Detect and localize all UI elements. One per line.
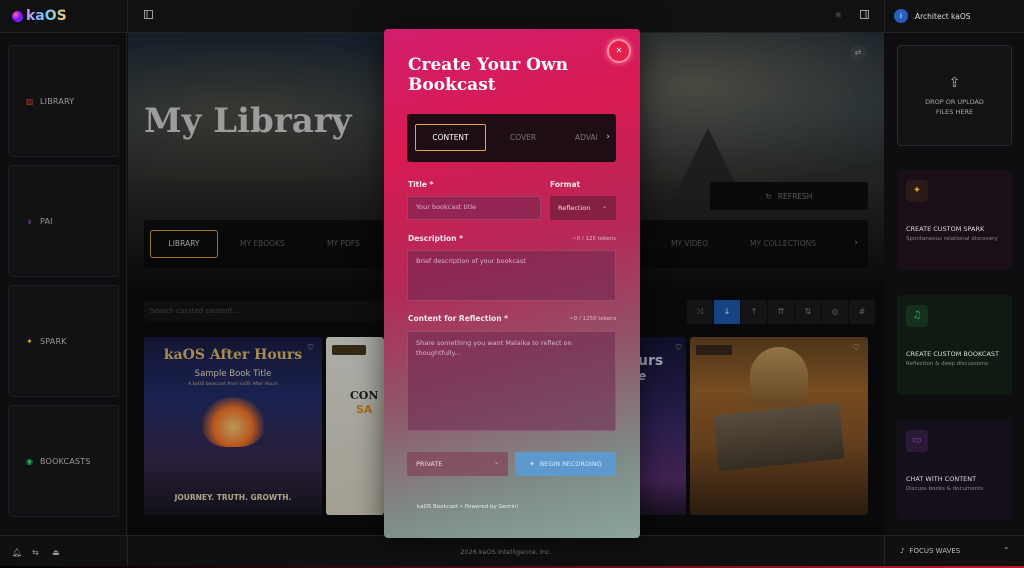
- divider: [884, 0, 885, 33]
- footer: 🔔︎ ⇆ ⏏ 2026 kaOS Intelligence, Inc. ♪ FO…: [0, 535, 1024, 568]
- create-bookcast-modal: Create Your Own Bookcast ✕ CONTENT COVER…: [384, 29, 640, 538]
- avatar: i: [894, 9, 908, 23]
- format-value: Reflection: [558, 204, 591, 212]
- spark-icon: ✦: [26, 336, 33, 346]
- sidebar-item-label: SPARK: [40, 336, 67, 346]
- tab-cover[interactable]: COVER: [510, 133, 536, 142]
- headphones-icon: ♫: [906, 305, 928, 327]
- copyright: 2026 kaOS Intelligence, Inc.: [460, 548, 552, 556]
- focus-waves-button[interactable]: ♪ FOCUS WAVES: [900, 547, 960, 555]
- card-subtitle: Discuss books & documents: [906, 486, 984, 492]
- eject-icon[interactable]: ⏏: [52, 548, 60, 557]
- card-title: CHAT WITH CONTENT: [906, 475, 977, 483]
- content-textarea[interactable]: Share something you want Malaika to refl…: [407, 331, 616, 431]
- tab-content[interactable]: CONTENT: [415, 124, 486, 151]
- chevron-right-icon[interactable]: ›: [606, 132, 610, 142]
- user-menu[interactable]: i Architect kaOS: [894, 9, 971, 23]
- divider: [127, 0, 128, 33]
- title-input[interactable]: Your bookcast title: [407, 196, 541, 220]
- sidebar-item-library[interactable]: ▥ LIBRARY: [8, 45, 119, 157]
- upload-icon: ⇪: [948, 74, 961, 91]
- description-textarea[interactable]: Brief description of your bookcast: [407, 250, 616, 301]
- chevron-down-icon: ⌄: [601, 203, 607, 210]
- modal-footer: kaOS Bookcast • Powered by Gemini: [417, 504, 519, 510]
- library-icon: ▥: [25, 96, 34, 106]
- sidebar-item-pai[interactable]: ⌽ PAI: [8, 165, 119, 277]
- card-subtitle: Spontaneous relational discovery: [906, 236, 998, 242]
- card-title: CREATE CUSTOM BOOKCAST: [906, 350, 999, 358]
- close-icon[interactable]: ✕: [607, 39, 631, 63]
- sidebar-item-label: LIBRARY: [40, 96, 75, 106]
- card-subtitle: Reflection & deep discussions: [906, 361, 989, 367]
- create-bookcast-card[interactable]: ♫ CREATE CUSTOM BOOKCAST Reflection & de…: [897, 295, 1012, 395]
- focus-label: FOCUS WAVES: [909, 547, 961, 555]
- chevron-down-icon: ⌄: [493, 459, 499, 466]
- spark-icon: ✦: [529, 460, 535, 468]
- create-spark-card[interactable]: ✦ CREATE CUSTOM SPARK Spontaneous relati…: [897, 170, 1012, 270]
- begin-recording-label: BEGIN RECORDING: [539, 460, 602, 468]
- description-label: Description *: [408, 234, 464, 243]
- swap-icon[interactable]: ⇆: [32, 548, 39, 557]
- pai-icon: ⌽: [27, 216, 32, 226]
- theme-toggle-icon[interactable]: ☼: [832, 10, 844, 22]
- card-title: CREATE CUSTOM SPARK: [906, 225, 985, 233]
- app-logo[interactable]: kaOS: [12, 8, 67, 24]
- modal-title: Create Your Own Bookcast: [408, 55, 568, 95]
- sidebar-toggle-icon[interactable]: [142, 10, 154, 22]
- sidebar-item-label: PAI: [40, 216, 53, 226]
- upload-label: DROP OR UPLOAD FILES HERE: [925, 97, 984, 116]
- sidebar-item-label: BOOKCASTS: [40, 456, 91, 466]
- panel-toggle-icon[interactable]: [858, 10, 870, 22]
- spark-icon: ✦: [906, 180, 928, 202]
- chat-icon: ▭: [906, 430, 928, 452]
- sidebar-item-bookcasts[interactable]: ◉ BOOKCASTS: [8, 405, 119, 517]
- modal-tabs: CONTENT COVER ADVAI ›: [407, 114, 616, 162]
- tab-advanced[interactable]: ADVAI: [575, 133, 598, 142]
- title-label: Title *: [408, 180, 434, 189]
- sidebar-item-spark[interactable]: ✦ SPARK: [8, 285, 119, 397]
- privacy-value: PRIVATE: [416, 460, 443, 468]
- content-token-counter: ~0 / 1250 tokens: [569, 316, 617, 322]
- upload-dropzone[interactable]: ⇪ DROP OR UPLOAD FILES HERE: [897, 45, 1012, 146]
- chat-with-content-card[interactable]: ▭ CHAT WITH CONTENT Discuss books & docu…: [897, 420, 1012, 520]
- content-label: Content for Reflection *: [408, 314, 509, 323]
- music-note-icon: ♪: [900, 547, 905, 555]
- divider: [884, 536, 885, 568]
- logo-orb-icon: [12, 10, 23, 22]
- begin-recording-button[interactable]: ✦ BEGIN RECORDING: [515, 452, 616, 476]
- format-select[interactable]: Reflection ⌄: [550, 196, 616, 220]
- description-token-counter: ~0 / 125 tokens: [572, 236, 616, 242]
- privacy-select[interactable]: PRIVATE ⌄: [407, 452, 508, 476]
- logo-text: kaOS: [26, 8, 67, 24]
- user-name: Architect kaOS: [915, 11, 971, 21]
- right-sidebar: ⇪ DROP OR UPLOAD FILES HERE ✦ CREATE CUS…: [885, 33, 1024, 535]
- podcast-icon: ◉: [26, 456, 33, 466]
- bell-icon[interactable]: 🔔︎: [12, 548, 22, 557]
- chevron-up-icon[interactable]: ⌃: [1003, 546, 1010, 555]
- left-sidebar: ▥ LIBRARY ⌽ PAI ✦ SPARK ◉ BOOKCASTS: [0, 33, 127, 535]
- format-label: Format: [550, 180, 581, 189]
